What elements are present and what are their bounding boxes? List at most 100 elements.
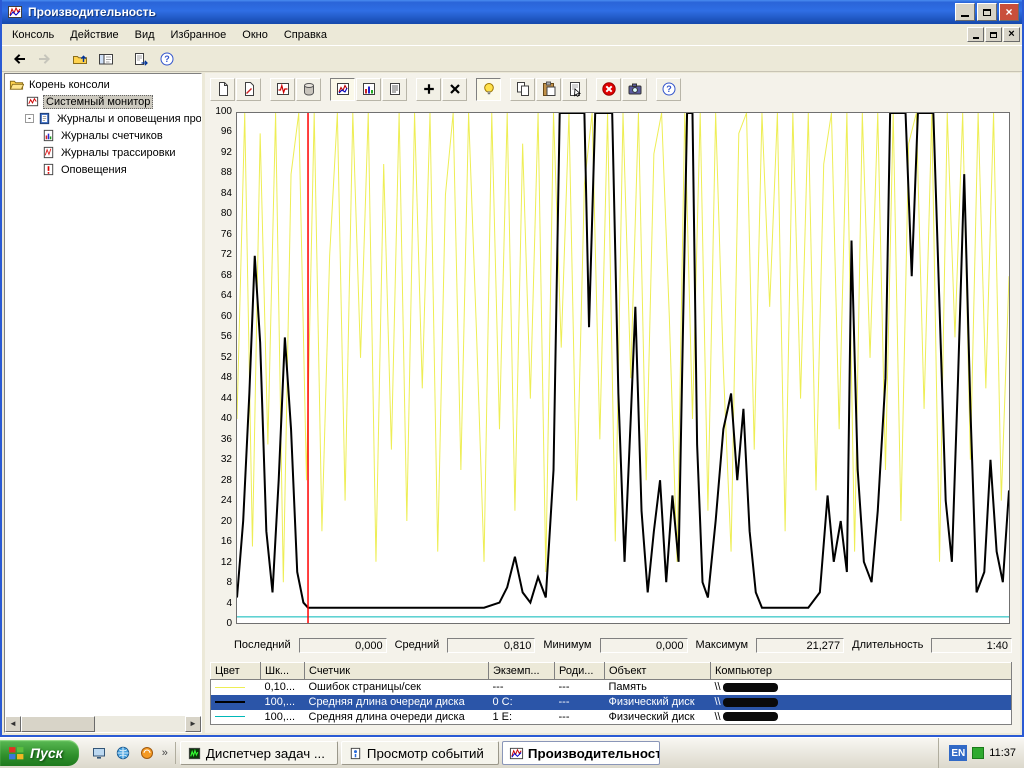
stat-value: 0,000 xyxy=(299,638,387,653)
maximize-button[interactable] xyxy=(977,3,997,21)
legend-cell-color xyxy=(211,695,261,710)
tree-item-alerts[interactable]: Оповещения xyxy=(7,161,201,178)
tree-item-label: Журналы и оповещения производительности xyxy=(55,113,201,125)
mdi-minimize-button[interactable] xyxy=(967,27,984,42)
tree-item-system-monitor[interactable]: Системный монитор xyxy=(7,93,201,110)
export-list-button[interactable] xyxy=(128,47,153,70)
legend-row[interactable]: 100,...Средняя длина очереди диска0 C:--… xyxy=(211,695,1012,710)
view-log-data-button[interactable] xyxy=(296,78,321,101)
quick-launch-show-desktop[interactable] xyxy=(88,742,110,764)
quick-launch-overflow-chevron[interactable]: » xyxy=(160,747,170,759)
menu-item[interactable]: Консоль xyxy=(4,26,62,44)
task-button-event-viewer[interactable]: Просмотр событий xyxy=(341,741,499,765)
y-axis-tick: 52 xyxy=(221,353,232,363)
mdi-restore-button[interactable] xyxy=(985,27,1002,42)
logs-icon xyxy=(37,111,52,126)
tree-item-trace-logs[interactable]: Журналы трассировки xyxy=(7,144,201,161)
legend-column-header[interactable]: Счетчик xyxy=(305,663,489,680)
chart-plot xyxy=(236,112,1010,624)
highlight-button[interactable] xyxy=(476,78,501,101)
mdi-close-button[interactable]: × xyxy=(1003,27,1020,42)
clear-display-button[interactable] xyxy=(236,78,261,101)
legend-column-header[interactable]: Шк... xyxy=(261,663,305,680)
scroll-track[interactable] xyxy=(21,716,185,732)
legend-row[interactable]: 0,10...Ошибок страницы/сек------Память\\ xyxy=(211,680,1012,695)
legend-column-header[interactable]: Компьютер xyxy=(711,663,1012,680)
scroll-right-button[interactable]: ► xyxy=(185,716,201,732)
legend-cell-scale: 0,10... xyxy=(261,680,305,695)
legend-cell-scale: 100,... xyxy=(261,695,305,710)
quick-launch: » xyxy=(83,742,176,764)
help-graph-button[interactable] xyxy=(656,78,681,101)
show-tree-button[interactable] xyxy=(93,47,118,70)
back-button[interactable] xyxy=(6,47,31,70)
task-button-task-manager[interactable]: Диспетчер задач ... xyxy=(180,741,338,765)
tree-horizontal-scrollbar[interactable]: ◄ ► xyxy=(5,716,201,732)
freeze-display-button[interactable] xyxy=(596,78,621,101)
menu-item[interactable]: Окно xyxy=(234,26,276,44)
update-data-button[interactable] xyxy=(622,78,647,101)
tree-item-console-root[interactable]: Корень консоли xyxy=(7,76,201,93)
pulse-icon xyxy=(275,81,291,97)
properties-button[interactable] xyxy=(562,78,587,101)
forward-button[interactable] xyxy=(32,47,57,70)
plus-icon xyxy=(421,81,437,97)
y-axis-tick: 12 xyxy=(221,558,232,568)
language-indicator[interactable]: EN xyxy=(949,745,967,761)
quick-launch-app[interactable] xyxy=(136,742,158,764)
tree-item-label: Оповещения xyxy=(59,164,129,176)
performance-window: Производительность × КонсольДействиеВидИ… xyxy=(0,0,1024,737)
expander-icon[interactable]: - xyxy=(25,114,34,123)
y-axis-tick: 84 xyxy=(221,189,232,199)
minimize-button[interactable] xyxy=(955,3,975,21)
scroll-thumb[interactable] xyxy=(21,716,95,732)
paste-counter-list-button[interactable] xyxy=(536,78,561,101)
menu-item[interactable]: Вид xyxy=(127,26,163,44)
chart-line-icon xyxy=(335,81,351,97)
menu-item[interactable]: Справка xyxy=(276,26,335,44)
y-axis-tick: 56 xyxy=(221,332,232,342)
stat-label: Длительность xyxy=(852,639,923,651)
legend-cell-object: Физический диск xyxy=(605,710,711,725)
tree-item-counter-logs[interactable]: Журналы счетчиков xyxy=(7,127,201,144)
start-button[interactable]: Пуск xyxy=(0,740,79,766)
copy-properties-button[interactable] xyxy=(510,78,535,101)
new-counter-set-button[interactable] xyxy=(210,78,235,101)
menu-item[interactable]: Действие xyxy=(62,26,126,44)
task-button-performance[interactable]: Производительность xyxy=(502,741,660,765)
legend-cell-computer: \\ xyxy=(711,695,1012,710)
help-button[interactable] xyxy=(154,47,179,70)
legend-table: ЦветШк...СчетчикЭкземп...Роди...ОбъектКо… xyxy=(210,662,1012,725)
y-axis-tick: 76 xyxy=(221,230,232,240)
folder-open-icon xyxy=(9,77,24,92)
stats-bar: Последний0,000Средний0,810Минимум0,000Ма… xyxy=(234,636,1012,654)
legend-column-header[interactable]: Экземп... xyxy=(489,663,555,680)
add-counter-button[interactable] xyxy=(416,78,441,101)
legend-column-header[interactable]: Цвет xyxy=(211,663,261,680)
up-level-button[interactable] xyxy=(67,47,92,70)
view-graph-button[interactable] xyxy=(330,78,355,101)
trace-log-icon xyxy=(41,145,56,160)
legend-cell-instance: 0 C: xyxy=(489,695,555,710)
tray-status-icon[interactable] xyxy=(972,747,984,759)
tree-item-performance-logs[interactable]: - Журналы и оповещения производительности xyxy=(7,110,201,127)
legend-cell-counter: Средняя длина очереди диска xyxy=(305,710,489,725)
legend-row[interactable]: 100,...Средняя длина очереди диска1 E:--… xyxy=(211,710,1012,725)
legend-column-header[interactable]: Роди... xyxy=(555,663,605,680)
menu-item[interactable]: Избранное xyxy=(163,26,235,44)
view-report-button[interactable] xyxy=(382,78,407,101)
alert-icon xyxy=(41,162,56,177)
view-histogram-button[interactable] xyxy=(356,78,381,101)
scroll-left-button[interactable]: ◄ xyxy=(5,716,21,732)
view-current-activity-button[interactable] xyxy=(270,78,295,101)
delete-counter-button[interactable] xyxy=(442,78,467,101)
min-glyph-icon xyxy=(973,37,979,39)
content: Корень консолиСистемный монитор - Журналы … xyxy=(2,72,1022,735)
quick-launch-browser[interactable] xyxy=(112,742,134,764)
y-axis-tick: 40 xyxy=(221,414,232,424)
close-button[interactable]: × xyxy=(999,3,1019,21)
y-axis-tick: 16 xyxy=(221,537,232,547)
legend-column-header[interactable]: Объект xyxy=(605,663,711,680)
legend-header: ЦветШк...СчетчикЭкземп...Роди...ОбъектКо… xyxy=(211,663,1012,680)
close-glyph-icon: × xyxy=(1005,6,1012,18)
